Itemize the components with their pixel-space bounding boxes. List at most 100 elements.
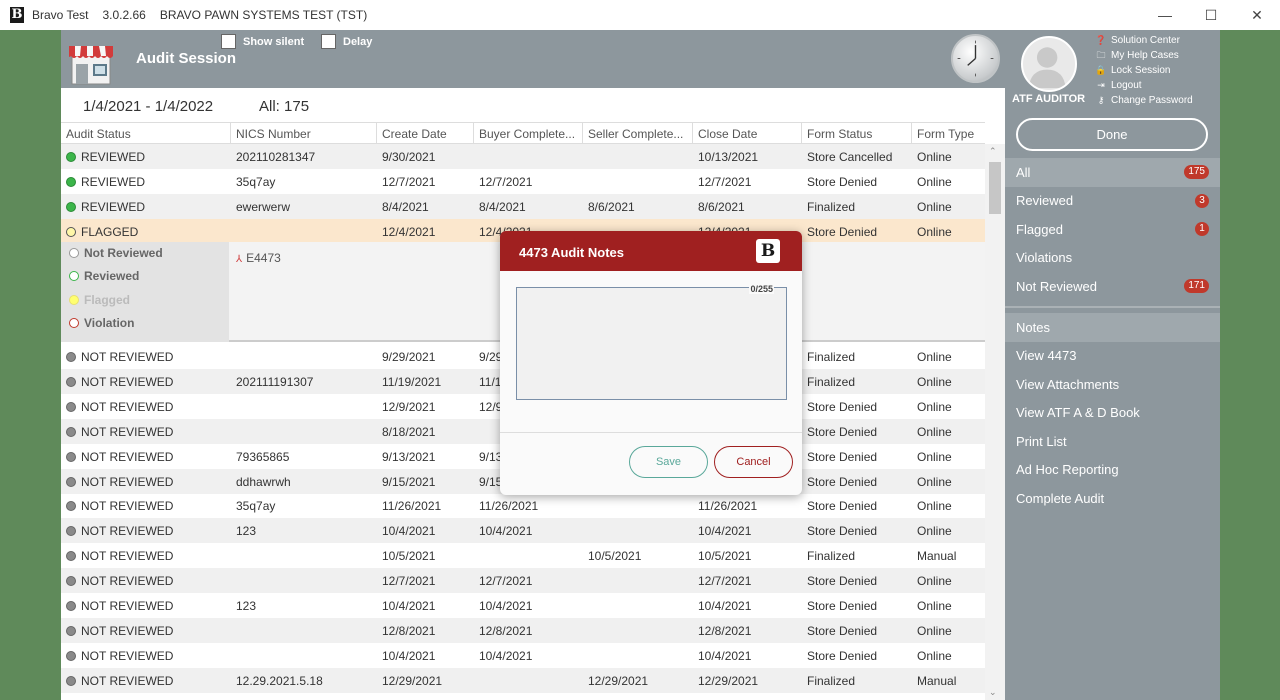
col-audit-status[interactable]: Audit Status xyxy=(66,127,131,141)
attachment-link[interactable]: ⅄ E4473 xyxy=(236,251,281,265)
seller-complete-cell: 12/29/2021 xyxy=(588,673,649,688)
delay-checkbox[interactable]: Delay xyxy=(321,34,372,49)
show-silent-box[interactable] xyxy=(221,34,236,49)
radio-icon xyxy=(69,318,79,328)
action-notes[interactable]: Notes xyxy=(1005,313,1220,342)
col-buyer-complete[interactable]: Buyer Complete... xyxy=(479,127,575,141)
col-nics-number[interactable]: NICS Number xyxy=(236,127,311,141)
option-not-reviewed[interactable]: Not Reviewed xyxy=(69,246,163,260)
reviewed-status-icon xyxy=(66,177,76,187)
col-form-status[interactable]: Form Status xyxy=(807,127,872,141)
col-form-type[interactable]: Form Type xyxy=(917,127,974,141)
table-scrollbar[interactable]: ⌃ ⌄ xyxy=(985,144,1005,700)
maximize-button[interactable]: ☐ xyxy=(1188,0,1234,30)
create-date-cell: 9/29/2021 xyxy=(382,350,436,364)
filter-flagged[interactable]: Flagged 1 xyxy=(1005,215,1220,244)
buyer-complete-cell: 12/7/2021 xyxy=(479,574,533,589)
bravo-logo-icon: B xyxy=(756,239,780,263)
create-date-cell: 12/4/2021 xyxy=(382,225,436,239)
col-seller-complete[interactable]: Seller Complete... xyxy=(588,127,683,141)
status-text: NOT REVIEWED xyxy=(81,648,174,663)
close-date-cell: 11/26/2021 xyxy=(698,499,758,514)
option-label: Flagged xyxy=(84,293,131,307)
action-complete-audit[interactable]: Complete Audit xyxy=(1005,484,1220,513)
avatar[interactable] xyxy=(1021,36,1077,92)
form-type-cell: Online xyxy=(917,175,952,189)
done-button[interactable]: Done xyxy=(1016,118,1208,151)
status-cell: REVIEWED xyxy=(66,200,145,214)
table-row[interactable]: NOT REVIEWED 12/8/2021 12/8/2021 12/8/2021 S… xyxy=(61,617,985,643)
status-cell: NOT REVIEWED xyxy=(66,524,173,538)
table-header: Audit Status NICS Number Create Date Buy… xyxy=(61,122,985,144)
link-label: Solution Center xyxy=(1111,35,1180,46)
col-separator xyxy=(230,123,231,143)
action-view-atf-book[interactable]: View ATF A & D Book xyxy=(1005,399,1220,428)
filter-label: All xyxy=(1016,164,1031,180)
close-date-cell: 12/7/2021 xyxy=(698,574,752,589)
link-my-help-cases[interactable]: 🗀 My Help Cases xyxy=(1095,48,1193,63)
option-label: Reviewed xyxy=(84,269,140,283)
option-flagged[interactable]: Flagged xyxy=(69,293,130,307)
col-close-date[interactable]: Close Date xyxy=(698,127,757,141)
buyer-complete-cell: 11/26/2021 xyxy=(479,499,539,514)
table-row[interactable]: REVIEWED 35q7ay 12/7/2021 12/7/2021 12/7… xyxy=(61,169,985,194)
scroll-down-icon[interactable]: ⌄ xyxy=(989,687,997,698)
table-row[interactable]: NOT REVIEWED 123 10/4/2021 10/4/2021 10/4/20… xyxy=(61,518,985,544)
link-change-password[interactable]: ⚷ Change Password xyxy=(1095,93,1193,108)
create-date-cell: 12/7/2021 xyxy=(382,175,436,189)
table-row[interactable]: NOT REVIEWED 10/4/2021 10/4/2021 10/4/2021 S… xyxy=(61,643,985,668)
action-ad-hoc-reporting[interactable]: Ad Hoc Reporting xyxy=(1005,456,1220,485)
table-row[interactable]: NOT REVIEWED 12.29.2021.5.18 12/29/2021 12/… xyxy=(61,667,985,693)
status-cell: NOT REVIEWED xyxy=(66,599,173,613)
table-row[interactable]: NOT REVIEWED 35q7ay 11/26/2021 11/26/2021 11… xyxy=(61,493,985,518)
scrollbar-thumb[interactable] xyxy=(989,162,1001,214)
table-row[interactable]: REVIEWED ewerwerw 8/4/2021 8/4/2021 8/6/… xyxy=(61,194,985,219)
scroll-up-icon[interactable]: ⌃ xyxy=(989,146,997,157)
action-view-4473[interactable]: View 4473 xyxy=(1005,342,1220,371)
table-row[interactable]: NOT REVIEWED 12/7/2021 12/7/2021 12/7/2021 S… xyxy=(61,568,985,594)
cancel-button[interactable]: Cancel xyxy=(714,446,793,478)
delay-box[interactable] xyxy=(321,34,336,49)
lock-icon: 🔒 xyxy=(1095,65,1107,75)
user-name: ATF AUDITOR xyxy=(1012,93,1086,105)
save-button[interactable]: Save xyxy=(629,446,708,478)
status-text: NOT REVIEWED xyxy=(81,673,174,688)
show-silent-checkbox[interactable]: Show silent xyxy=(221,34,304,49)
status-text: NOT REVIEWED xyxy=(81,599,174,613)
window-controls: — ☐ ✕ xyxy=(1142,0,1280,30)
minimize-button[interactable]: — xyxy=(1142,0,1188,30)
table-row[interactable]: NOT REVIEWED 123 10/4/2021 10/4/2021 10/4/20… xyxy=(61,593,985,618)
form-status-cell: Finalized xyxy=(807,200,856,214)
close-date-cell: 8/6/2021 xyxy=(698,200,745,214)
form-status-cell: Finalized xyxy=(807,350,856,364)
filter-reviewed[interactable]: Reviewed 3 xyxy=(1005,187,1220,216)
action-view-attachments[interactable]: View Attachments xyxy=(1005,370,1220,399)
status-cell: NOT REVIEWED xyxy=(66,499,173,513)
col-create-date[interactable]: Create Date xyxy=(382,127,447,141)
action-print-list[interactable]: Print List xyxy=(1005,427,1220,456)
status-text: NOT REVIEWED xyxy=(81,350,174,364)
form-type-cell: Online xyxy=(917,399,952,414)
close-button[interactable]: ✕ xyxy=(1234,0,1280,30)
option-violation[interactable]: Violation xyxy=(69,316,134,330)
table-row[interactable]: REVIEWED 202110281347 9/30/2021 10/13/20… xyxy=(61,144,985,169)
link-lock-session[interactable]: 🔒 Lock Session xyxy=(1095,63,1193,78)
filter-all[interactable]: All 175 xyxy=(1005,158,1220,187)
form-status-cell: Store Denied xyxy=(807,449,878,464)
dialog-header: 4473 Audit Notes B xyxy=(500,231,802,271)
form-type-cell: Online xyxy=(917,449,952,464)
table-row[interactable]: NOT REVIEWED 10/5/2021 10/5/2021 10/5/2021 F… xyxy=(61,543,985,568)
flagged-status-icon xyxy=(66,227,76,237)
col-separator xyxy=(801,123,802,143)
option-reviewed[interactable]: Reviewed xyxy=(69,269,139,283)
pdf-icon: ⅄ xyxy=(236,254,243,265)
link-solution-center[interactable]: ❓ Solution Center xyxy=(1095,33,1193,48)
link-logout[interactable]: ⇥ Logout xyxy=(1095,78,1193,93)
not-reviewed-status-icon xyxy=(66,376,76,387)
nics-cell: 123 xyxy=(236,599,257,613)
notes-textarea[interactable] xyxy=(516,287,787,400)
link-label: Logout xyxy=(1111,80,1142,91)
status-text: REVIEWED xyxy=(81,150,146,164)
filter-not-reviewed[interactable]: Not Reviewed 171 xyxy=(1005,272,1220,301)
filter-violations[interactable]: Violations xyxy=(1005,244,1220,273)
